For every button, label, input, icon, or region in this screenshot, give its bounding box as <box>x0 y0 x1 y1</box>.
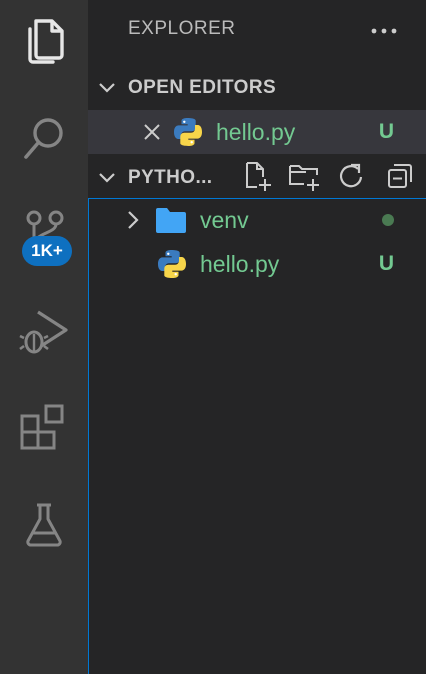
vscode-window: 1K+ EXPLORER OPEN EDITORS hello.py U PYT… <box>0 0 426 674</box>
explorer-sidebar: EXPLORER OPEN EDITORS hello.py U PYTHO..… <box>88 0 426 674</box>
activity-extensions[interactable] <box>0 380 88 476</box>
folder-icon <box>154 205 188 235</box>
activity-run-debug[interactable] <box>0 282 88 378</box>
close-icon[interactable] <box>142 122 162 142</box>
open-editor-item[interactable]: hello.py U <box>88 110 426 154</box>
tree-item-hello-py[interactable]: hello.py U <box>88 242 426 286</box>
open-editors-label: OPEN EDITORS <box>128 77 277 98</box>
new-file-button[interactable] <box>240 158 276 194</box>
refresh-icon <box>339 163 363 188</box>
sidebar-title: EXPLORER <box>128 18 236 39</box>
tree-item-label: venv <box>200 206 249 233</box>
python-icon <box>172 116 204 148</box>
source-control-badge: 1K+ <box>22 236 72 266</box>
untracked-status: U <box>378 252 394 275</box>
chevron-down-icon <box>96 167 118 189</box>
activity-testing[interactable] <box>0 476 88 572</box>
new-file-icon <box>246 162 271 191</box>
tree-item-label: hello.py <box>200 250 280 277</box>
chevron-down-icon <box>96 77 118 99</box>
activity-bar: 1K+ <box>0 0 88 674</box>
activity-explorer[interactable] <box>0 0 88 90</box>
tree-item-venv[interactable]: venv <box>88 198 426 242</box>
open-editor-filename: hello.py <box>216 118 296 145</box>
ellipsis-icon <box>371 28 397 34</box>
more-actions-button[interactable] <box>366 16 402 46</box>
chevron-right-icon <box>126 210 140 230</box>
open-editors-header[interactable]: OPEN EDITORS <box>88 68 426 108</box>
untracked-status: U <box>378 120 394 143</box>
flask-icon <box>26 503 62 547</box>
modified-dot <box>382 214 394 226</box>
folder-tree: venv hello.py U <box>88 198 426 674</box>
folder-label: PYTHO... <box>128 167 213 188</box>
extensions-icon <box>20 404 64 450</box>
files-icon <box>28 19 64 64</box>
new-folder-icon <box>289 165 319 191</box>
search-icon <box>24 118 63 159</box>
activity-search[interactable] <box>0 90 88 186</box>
collapse-all-icon <box>388 164 412 188</box>
collapse-all-button[interactable] <box>382 158 418 194</box>
run-debug-icon <box>19 310 68 354</box>
refresh-button[interactable] <box>332 158 368 194</box>
python-icon <box>156 248 188 280</box>
activity-source-control[interactable] <box>0 186 88 282</box>
new-folder-button[interactable] <box>286 158 322 194</box>
